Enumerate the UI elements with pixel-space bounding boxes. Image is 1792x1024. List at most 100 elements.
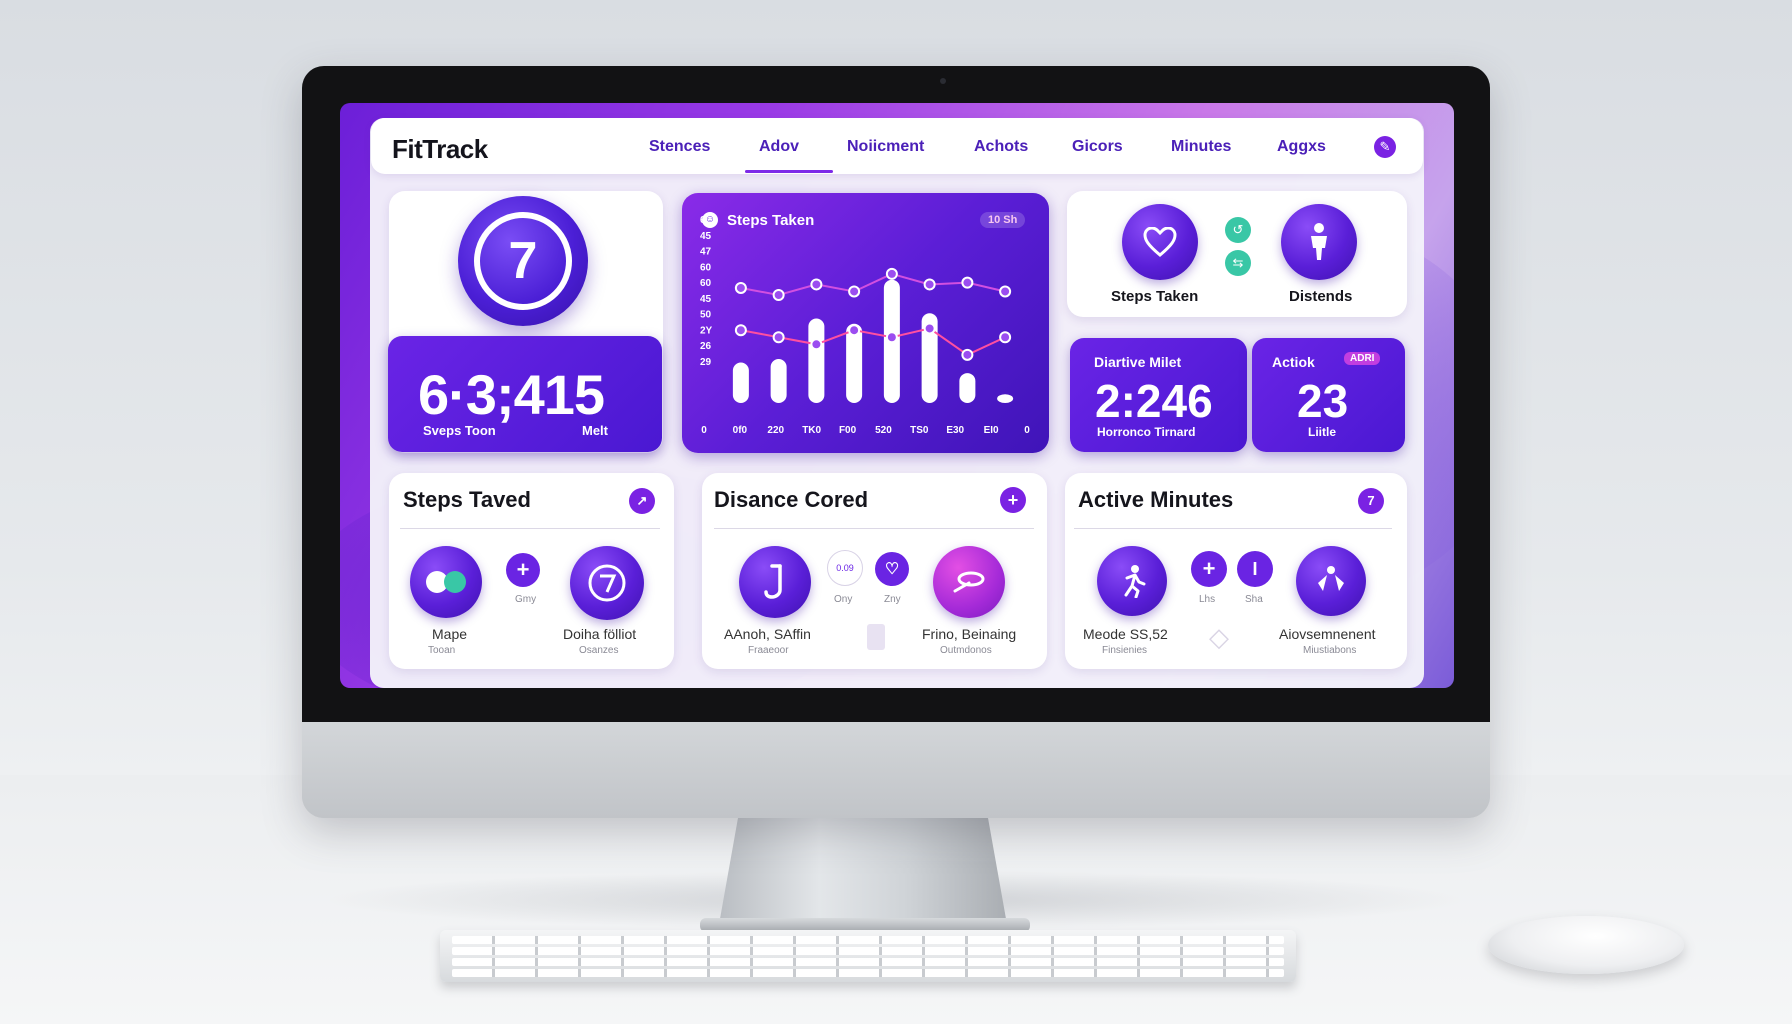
diamond-icon: ◇ <box>1209 622 1229 652</box>
steps-chart: 604547606045502Y262900f0220TK0F00520TS0E… <box>700 215 1030 436</box>
chart-title: Steps Taken <box>727 212 815 229</box>
teal-link-icon[interactable]: ↺ <box>1225 217 1251 243</box>
steps-item-1-label: Mape <box>432 626 468 642</box>
x-tick-label: F00 <box>839 425 857 436</box>
y-tick-label: 47 <box>700 247 712 258</box>
y-tick-label: 29 <box>700 357 712 368</box>
add-icon[interactable]: + <box>506 553 540 587</box>
chart-bar <box>808 318 825 403</box>
x-tick-label: E30 <box>946 425 964 436</box>
y-tick-label: 60 <box>700 278 712 289</box>
runner-icon[interactable] <box>1097 546 1167 616</box>
trend-icon[interactable]: ↗ <box>629 488 655 514</box>
chart-point <box>810 338 823 351</box>
nav-item-1[interactable]: Stences <box>649 138 710 156</box>
info-icon[interactable]: I <box>1237 551 1273 587</box>
steps-chart-card: 604547606045502Y262900f0220TK0F00520TS0E… <box>682 193 1049 453</box>
nav-item-7[interactable]: Aggxs <box>1277 138 1326 156</box>
heart-outline-icon[interactable]: ♡ <box>875 552 909 586</box>
chart-point <box>961 348 974 361</box>
x-tick-label: 520 <box>875 425 892 436</box>
x-tick-label: EI0 <box>984 425 999 436</box>
distance-title: Diartive Milet <box>1094 354 1182 370</box>
chart-point <box>772 331 785 344</box>
active-title: Actiok <box>1272 354 1315 370</box>
app-logo[interactable]: FitTrack <box>392 134 488 165</box>
y-tick-label: 26 <box>700 341 712 352</box>
keyboard-row <box>452 969 1284 977</box>
mini-caption-3: Lhs <box>1199 594 1216 605</box>
divider <box>714 528 1034 529</box>
chart-bar <box>997 394 1014 403</box>
chart-point <box>999 285 1012 298</box>
nav-item-2[interactable]: Adov <box>759 138 799 156</box>
chart-point <box>885 331 898 344</box>
distance-cored-title: Disance Cored <box>714 487 869 512</box>
x-tick-label: TK0 <box>802 425 821 436</box>
distance-value: 2:246 <box>1095 375 1213 427</box>
chart-bar <box>959 373 976 403</box>
chart-bar <box>732 362 749 403</box>
chart-point <box>961 276 974 289</box>
active-item-1-sub: Finsienies <box>1102 645 1148 656</box>
active-value: 23 <box>1297 375 1349 427</box>
mini-value-badge[interactable]: 0.09 <box>827 550 863 586</box>
y-tick-label: 45 <box>700 231 712 242</box>
summary-distance-label: Distends <box>1289 288 1353 305</box>
chart-title-icon: ☺ <box>702 212 718 228</box>
teal-sync-icon[interactable]: ⇆ <box>1225 250 1251 276</box>
gauge-icon[interactable] <box>570 546 644 620</box>
flag-icon[interactable]: 7 <box>1358 488 1384 514</box>
chart-point <box>734 324 747 337</box>
keyboard-row <box>452 958 1284 966</box>
chart-point <box>848 285 861 298</box>
x-tick-label: 0 <box>1024 425 1030 436</box>
nav-active-indicator <box>745 170 833 173</box>
nav-item-3[interactable]: Noiicment <box>847 138 924 156</box>
add-distance-button[interactable]: + <box>1000 487 1026 513</box>
achievement-icon[interactable] <box>1296 546 1366 616</box>
person-icon[interactable] <box>1281 204 1357 280</box>
nav-item-6[interactable]: Minutes <box>1171 138 1231 156</box>
mini-caption-1: Ony <box>834 594 853 605</box>
chart-point <box>772 289 785 301</box>
distance-item-2-label: Frino, Beinaing <box>922 626 1017 642</box>
bottle-icon <box>867 624 885 650</box>
nav-item-5[interactable]: Gicors <box>1072 138 1123 156</box>
mini-caption-4: Sha <box>1245 594 1263 605</box>
route-icon[interactable] <box>933 546 1005 618</box>
y-tick-label: 60 <box>700 262 712 273</box>
music-note-icon[interactable] <box>739 546 811 618</box>
steps-total-label: Sveps Toon <box>423 423 496 438</box>
monitor-stand <box>718 800 1008 930</box>
steps-item-2-label: Doiha fölliot <box>563 626 637 642</box>
chart-period-badge[interactable]: 10 Sh <box>980 212 1026 228</box>
x-tick-label: 0 <box>701 425 707 436</box>
steps-item-1-sub: Tooan <box>428 645 456 656</box>
y-tick-label: 45 <box>700 294 712 305</box>
distance-item-1-sub: Fraaeoor <box>748 645 789 656</box>
active-caption: Liitle <box>1308 425 1337 439</box>
summary-steps-label: Steps Taken <box>1111 288 1199 305</box>
monitor-chin <box>302 722 1490 818</box>
keyboard-row <box>452 947 1284 955</box>
goal-badge-number: 7 <box>474 212 572 310</box>
x-tick-label: 0f0 <box>733 425 748 436</box>
chart-point <box>885 267 898 280</box>
nav-item-4[interactable]: Achots <box>974 138 1028 156</box>
active-item-2-label: Aiovsemnenent <box>1279 626 1376 642</box>
steps-taved-title: Steps Taved <box>403 487 531 512</box>
active-badge: ADRI <box>1344 352 1381 365</box>
mouse <box>1488 916 1684 974</box>
chart-point <box>810 278 823 291</box>
camera-dot <box>940 78 946 84</box>
chart-point <box>848 324 861 337</box>
toggle-dots-icon[interactable] <box>410 546 482 618</box>
plus-icon[interactable]: + <box>1191 551 1227 587</box>
chart-point <box>923 278 936 291</box>
chart-point <box>999 331 1012 344</box>
edit-icon[interactable]: ✎ <box>1374 136 1396 158</box>
steps-total-value: 6·3;415 <box>418 363 605 426</box>
keyboard-row <box>452 936 1284 944</box>
heart-icon[interactable] <box>1122 204 1198 280</box>
